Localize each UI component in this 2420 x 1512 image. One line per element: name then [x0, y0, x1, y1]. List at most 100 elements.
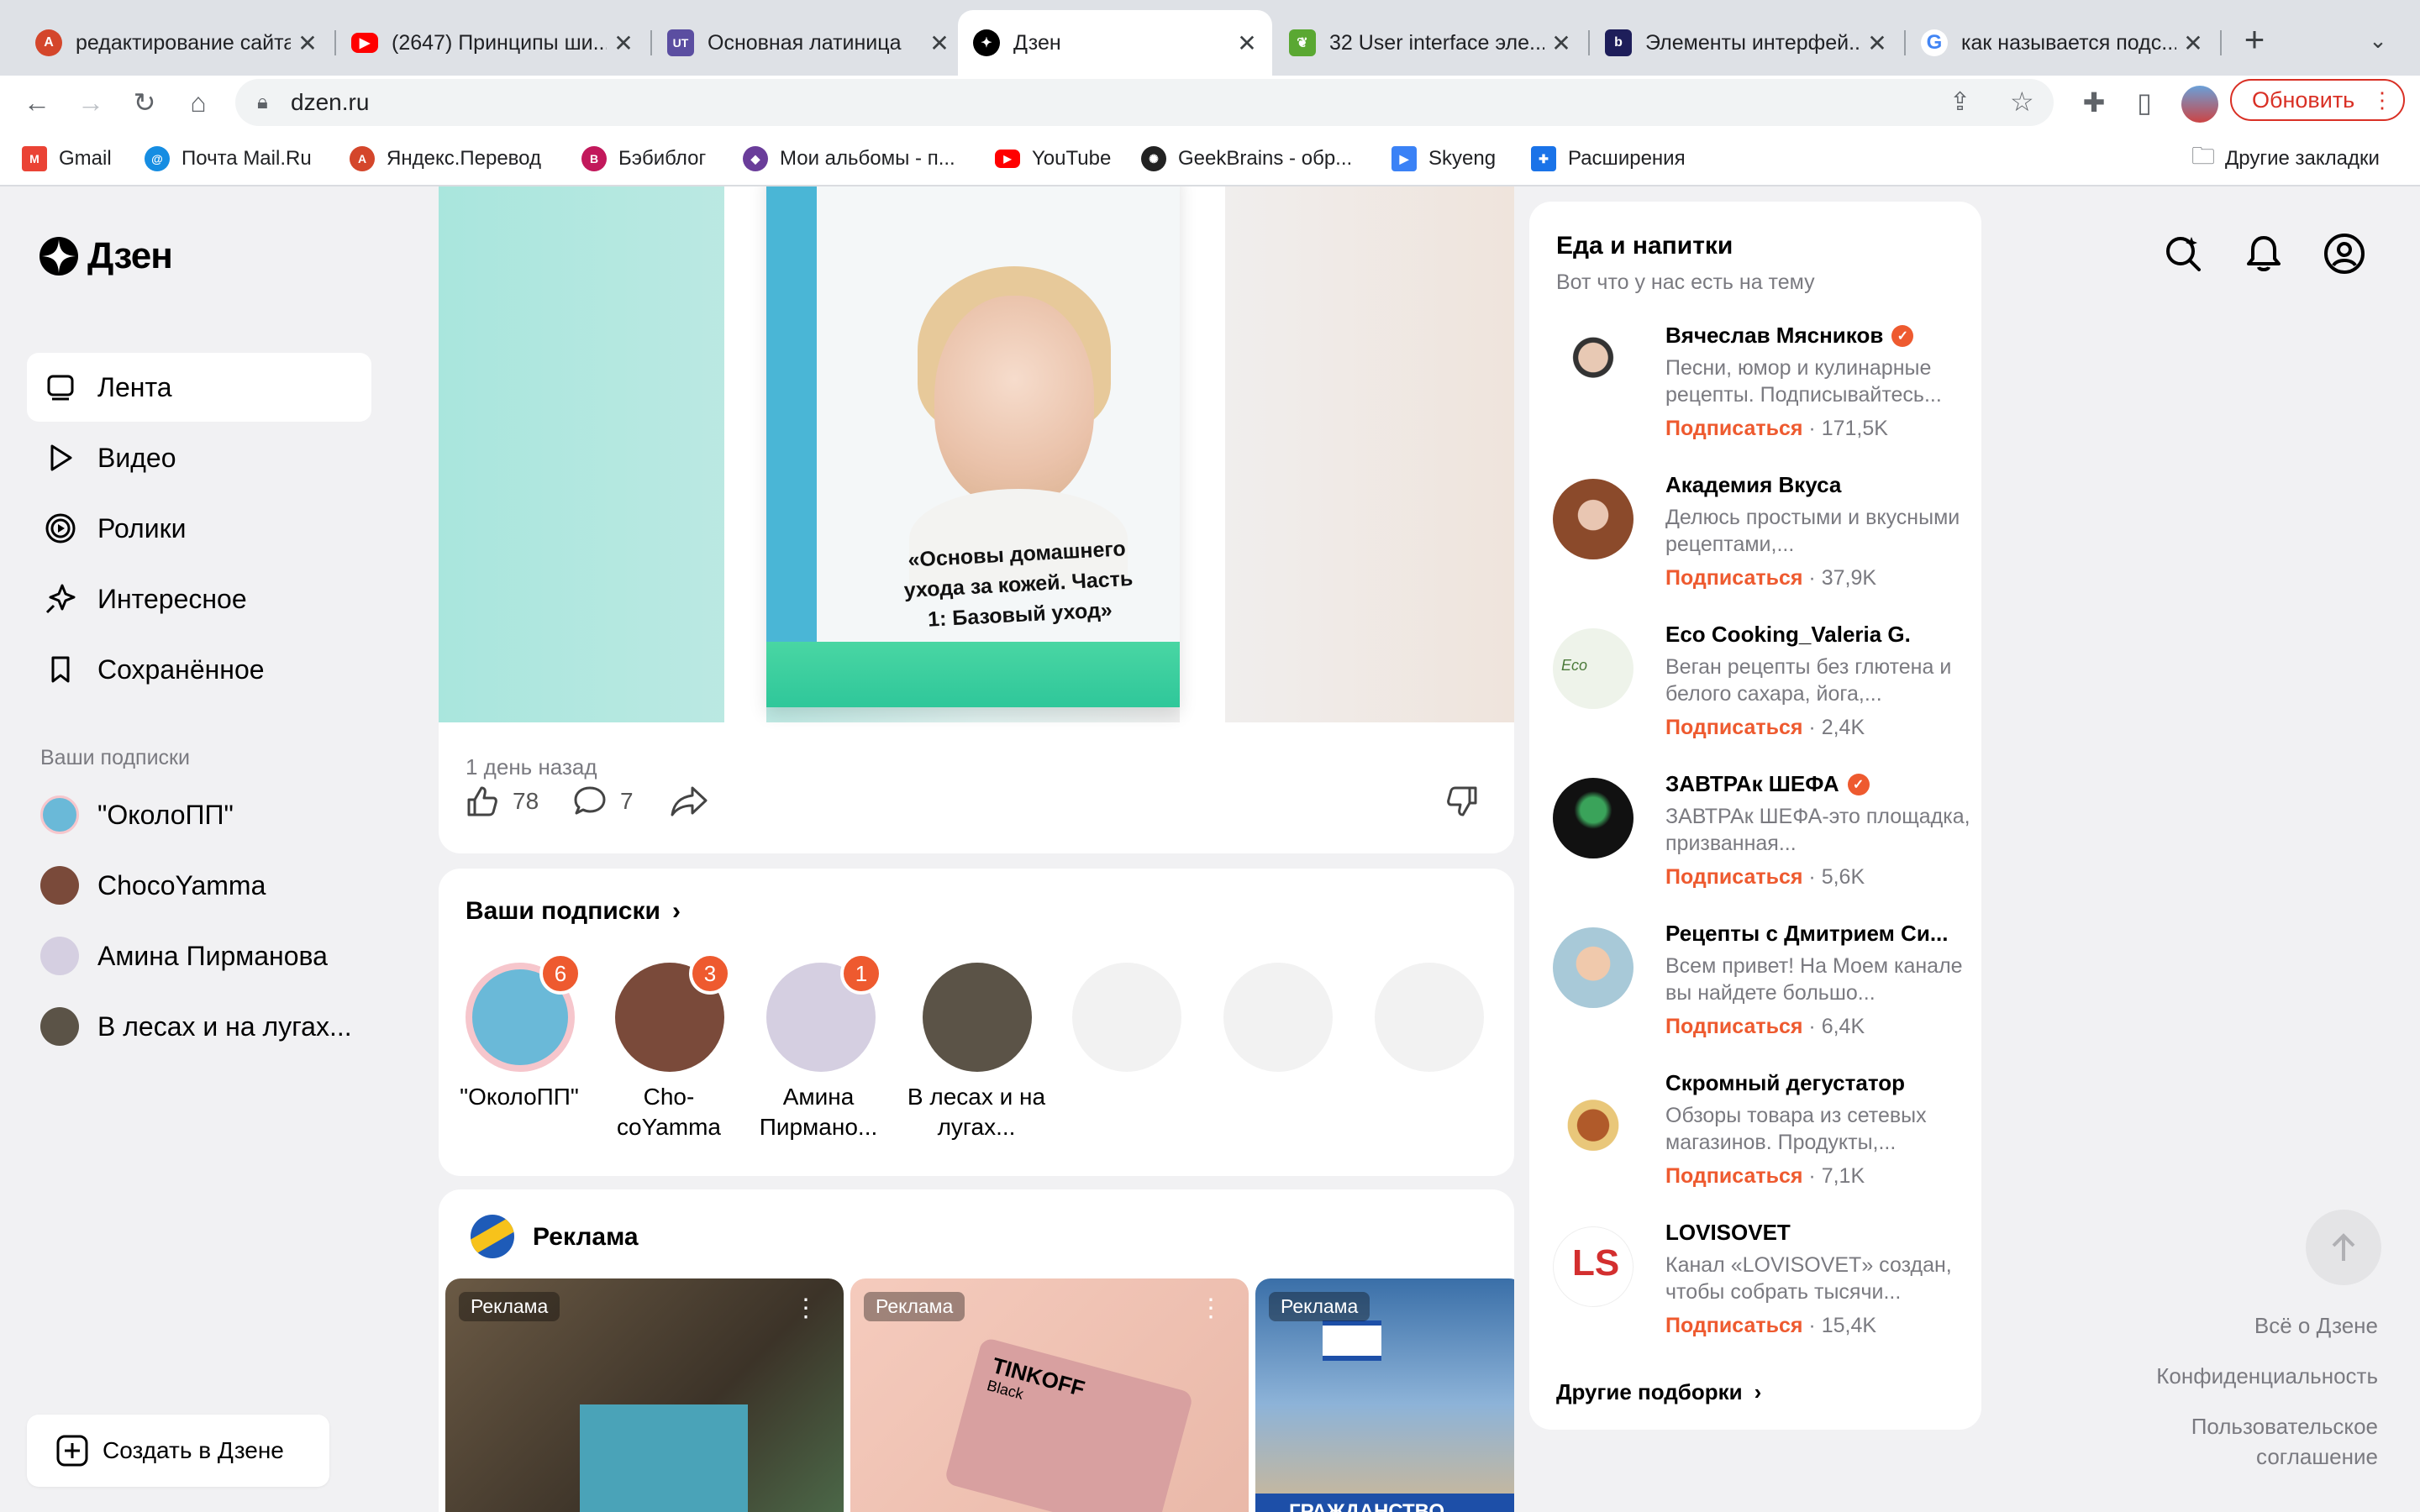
subscriber-count: 7,1K [1821, 1164, 1865, 1188]
ad-item-0[interactable]: Реклама ⋮ [445, 1278, 844, 1512]
bell-icon[interactable] [2240, 230, 2287, 277]
nav-video[interactable]: Видео [27, 423, 371, 492]
channel-item[interactable]: Рецепты с Дмитрием Си... Всем привет! На… [1553, 921, 1973, 1055]
bookmark-skyeng[interactable]: ▶ Skyeng [1392, 144, 1496, 173]
close-icon[interactable]: ✕ [929, 29, 950, 57]
channel-item[interactable]: Скромный дегустатор Обзоры товара из сет… [1553, 1070, 1973, 1205]
channel-item[interactable]: ЗАВТРАк ШЕФА ✓ ЗАВТРАк ШЕФА-это площадка,… [1553, 771, 1973, 906]
post-image[interactable]: «Основы домашнего ухода за кожей. Часть … [439, 186, 1514, 722]
bookmark-extensions[interactable]: ✚ Расширения [1531, 144, 1686, 173]
comment-button[interactable]: 7 [571, 783, 634, 820]
sub-circle-3[interactable] [923, 963, 1032, 1072]
bookmark-label: Яндекс.Перевод [387, 147, 541, 170]
subscribe-link[interactable]: Подписаться [1665, 1164, 1802, 1188]
subscribe-link[interactable]: Подписаться [1665, 566, 1802, 590]
channel-subscribe-row: Подписаться · 37,9K [1665, 566, 1877, 590]
channel-desc: Канал «LOVISOVET» создан, чтобы собрать … [1665, 1253, 1952, 1304]
address-bar[interactable]: 🔒︎ dzen.ru ⇪ ☆ [235, 79, 2054, 126]
channel-desc: Обзоры товара из сетевых магазинов. Прод… [1665, 1104, 1927, 1154]
ad-item-1[interactable]: TINKOFF Black Реклама ⋮ [850, 1278, 1249, 1512]
tab-3-active[interactable]: ✦ Дзен ✕ [958, 10, 1272, 76]
profile-avatar[interactable] [2181, 86, 2218, 123]
profile-icon[interactable] [2321, 230, 2368, 277]
share-arrow-icon [671, 786, 708, 816]
nav-shorts[interactable]: Ролики [27, 494, 371, 563]
ut-icon: UT [667, 29, 694, 56]
tab-5[interactable]: b Элементы интерфей... ✕ [1590, 10, 1902, 76]
subscribe-link[interactable]: Подписаться [1665, 865, 1802, 889]
sidebar-sub-3[interactable]: В лесах и на лугах... [40, 1003, 352, 1050]
star-icon[interactable]: ☆ [2010, 86, 2034, 118]
subscribe-link[interactable]: Подписаться [1665, 716, 1802, 739]
dislike-button[interactable] [1444, 783, 1481, 820]
ads-logo-icon [471, 1215, 514, 1258]
sub-label: В лесах и на лугах... [97, 1011, 352, 1042]
bookmark-geekbrains[interactable]: ✺ GeekBrains - обр... [1141, 144, 1352, 173]
bookmark-translate[interactable]: A Яндекс.Перевод [350, 144, 541, 173]
tab-search-chevron-icon[interactable]: ⌄ [2361, 24, 2395, 57]
close-icon[interactable]: ✕ [297, 29, 318, 57]
new-tab-button[interactable]: + [2233, 18, 2275, 60]
extensions-puzzle-icon[interactable]: ✚ [2074, 82, 2114, 123]
channel-desc: Всем привет! На Моем канале вы найдете б… [1665, 954, 1963, 1005]
like-button[interactable]: 78 [464, 783, 539, 820]
tab-4[interactable]: ❦ 32 User interface эле... ✕ [1274, 10, 1586, 76]
scroll-to-top-button[interactable] [2306, 1210, 2381, 1285]
footer-privacy-link[interactable]: Конфиденциальность [2156, 1361, 2378, 1391]
close-icon[interactable]: ✕ [2183, 29, 2203, 57]
channel-item[interactable]: Eco Eco Cooking_Valeria G. Веган рецепты… [1553, 622, 1973, 756]
more-vert-icon[interactable]: ⋮ [793, 1294, 818, 1323]
other-bookmarks[interactable]: 🗀 Другие закладки [2191, 143, 2380, 173]
side-panel-icon[interactable]: ▯ [2124, 82, 2165, 123]
tab-2[interactable]: UT Основная латиница ✕ [652, 10, 965, 76]
tab-6[interactable]: G как называется подс... ✕ [1906, 10, 2218, 76]
reload-icon[interactable]: ↻ [124, 82, 165, 123]
close-icon[interactable]: ✕ [1867, 29, 1887, 57]
footer-about-link[interactable]: Всё о Дзене [2254, 1310, 2378, 1341]
back-arrow-icon[interactable]: ← [17, 82, 57, 123]
avatar [1553, 778, 1634, 858]
sub-circle-label: Cho-coYamma [617, 1084, 721, 1140]
bookmark-youtube[interactable]: ▶ YouTube [995, 144, 1111, 173]
create-in-dzen-button[interactable]: Создать в Дзене [27, 1415, 329, 1487]
bookmark-mailru[interactable]: @ Почта Mail.Ru [145, 144, 312, 173]
share-button[interactable] [669, 783, 709, 820]
search-sparkle-icon[interactable] [2160, 230, 2207, 277]
tab-1[interactable]: ▶ (2647) Принципы ши... ✕ [336, 10, 649, 76]
nav-feed[interactable]: Лента [27, 353, 371, 422]
nav-interesting[interactable]: Интересное [27, 564, 371, 633]
nav-saved[interactable]: Сохранённое [27, 635, 371, 704]
chevron-right-icon: › [1754, 1379, 1762, 1404]
post-card: «Основы домашнего ухода за кожей. Часть … [439, 186, 1514, 853]
close-icon[interactable]: ✕ [1551, 29, 1571, 57]
share-icon[interactable]: ⇪ [1949, 87, 1970, 117]
update-button[interactable]: Обновить ⋮ [2230, 79, 2405, 121]
bookmark-babyblog[interactable]: B Бэбиблог [581, 144, 706, 173]
logo-text: Дзен [87, 235, 173, 276]
subscribe-link[interactable]: Подписаться [1665, 417, 1802, 440]
subscribe-link[interactable]: Подписаться [1665, 1015, 1802, 1038]
bookmark-gmail[interactable]: M Gmail [22, 144, 112, 173]
subscriber-count: 171,5K [1821, 417, 1888, 440]
nav-label: Сохранённое [97, 654, 265, 685]
close-icon[interactable]: ✕ [613, 29, 634, 57]
tab-0[interactable]: A редактирование сайта ✕ [20, 10, 333, 76]
forward-arrow-icon[interactable]: → [71, 82, 111, 123]
footer-agreement-link[interactable]: Пользовательское соглашение [2143, 1411, 2378, 1472]
thumbs-up-icon [467, 786, 497, 816]
subscriptions-card-title[interactable]: Ваши подписки › [466, 897, 681, 926]
home-icon[interactable]: ⌂ [178, 82, 218, 123]
channel-item[interactable]: LS LOVISOVET Канал «LOVISOVET» создан, ч… [1553, 1220, 1973, 1354]
channel-item[interactable]: Вячеслав Мясников ✓ Песни, юмор и кулинар… [1553, 323, 1973, 457]
ad-item-2[interactable]: ГРАЖДАНСТВО Реклама [1255, 1278, 1514, 1512]
dzen-logo[interactable]: Дзен [39, 235, 173, 277]
bookmark-albums[interactable]: ◆ Мои альбомы - п... [743, 144, 955, 173]
sidebar-sub-2[interactable]: Амина Пирманова [40, 932, 328, 979]
more-collections-link[interactable]: Другие подборки › [1556, 1379, 1761, 1405]
sidebar-sub-0[interactable]: "ОколоПП" [40, 791, 234, 838]
sidebar-sub-1[interactable]: ChocoYamma [40, 862, 266, 909]
more-vert-icon[interactable]: ⋮ [1198, 1294, 1223, 1323]
close-icon[interactable]: ✕ [1237, 29, 1257, 57]
channel-item[interactable]: Академия Вкуса Делюсь простыми и вкусным… [1553, 472, 1973, 606]
subscribe-link[interactable]: Подписаться [1665, 1314, 1802, 1337]
